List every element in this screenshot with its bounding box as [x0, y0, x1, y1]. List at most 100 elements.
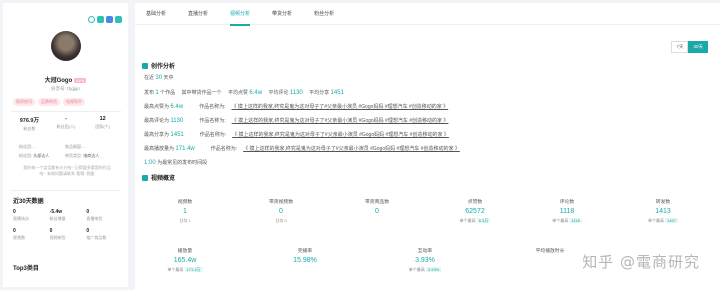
top-comments-row: 最高评论为 1130 作品名称为: 《 摸上这样的我家,终究是鬼为这对母子了#父亲最…	[144, 117, 448, 124]
share-icon[interactable]	[97, 16, 104, 23]
stat-value: 12	[99, 116, 106, 122]
metric-value: 0	[279, 208, 283, 215]
recent-label: 粉丝增量	[49, 216, 66, 221]
kv-label: 商品橱窗:	[65, 144, 83, 149]
recent-live-sales: 0 直播带货	[86, 209, 123, 222]
creation-title: 创作分析	[151, 64, 176, 70]
metric-value: 15.98%	[293, 257, 317, 264]
video-link[interactable]: 《 摸上这样的我家,终究是鬼为这对母子了#父亲最小演员 #Gogo妈妈 #理想汽…	[232, 118, 449, 124]
kv-value: 电商达人	[83, 153, 100, 158]
tab-live[interactable]: 直播分析	[177, 3, 219, 25]
heart-icon[interactable]	[88, 16, 95, 23]
top-plays-row: 最高播放量为 171.4w 作品名称为: 《 摸上这样的我家,终究是鬼为这对母子了#…	[144, 145, 460, 152]
range-toggle: 7天 30天	[671, 41, 708, 53]
stat-label: 团购(个)	[95, 124, 111, 129]
metric-comments: 评论数 1118 单个最高 1118	[531, 198, 603, 224]
recent-value: 0	[13, 209, 16, 215]
summary-line: 发布 1 个作品 其中带货作品一个 平均点赞 6.4w 平均评论 1130 平均…	[144, 89, 344, 96]
row-value: 6.4w	[170, 104, 184, 110]
metric-value: 1	[183, 208, 187, 215]
profile-name-text: 大冠Gogo	[44, 78, 73, 84]
stat-value: 976.9万	[19, 118, 39, 124]
summary-text: 个作品	[160, 90, 176, 96]
row-name-label: 作品名称为:	[199, 118, 226, 124]
kv-fan-level: 粉丝团: 头部达人	[19, 153, 49, 159]
kv-sales-type: 带货类型: 电商达人	[65, 153, 99, 159]
metric-sub: 单个最高	[408, 267, 425, 272]
tab-video[interactable]: 视频分析	[219, 3, 261, 26]
recent-label: 推广商品数	[86, 235, 107, 240]
tab-bar: 基础分析 直播分析 视频分析 带货分析 粉丝分析	[135, 3, 720, 26]
tab-sales[interactable]: 带货分析	[261, 3, 303, 25]
metric-badge: 1118	[569, 218, 582, 223]
metric-sub: 单个最高	[647, 218, 664, 223]
period-suffix: 天中	[163, 75, 174, 81]
kv-label: 粉丝团:	[19, 144, 33, 149]
metric-label: 完播率	[297, 249, 313, 254]
kv-value: 头部达人	[33, 153, 50, 158]
range-30d[interactable]: 30天	[688, 41, 708, 53]
kv-value: -	[33, 144, 35, 149]
kv-label: 粉丝团:	[19, 153, 33, 158]
recent-value: 0	[86, 228, 90, 234]
metric-sub: 单个最高	[459, 218, 476, 223]
recent-stats: 0 直播场次 -5.4w 粉丝增量 0 直播带货 0 视频数 0 视频带货 0 推广商品数	[13, 209, 123, 241]
level-badge: LV 6	[74, 77, 87, 83]
metric-likes: 点赞数 62572 单个最高 6.3万	[439, 198, 511, 224]
profile-description: 我的每一个笑话都有水分哈~ 记得要多看我的作品哈~ 有商问题请联系 我哦~我能	[23, 165, 111, 176]
recent-video-sales: 0 视频带货	[50, 228, 87, 241]
metric-videos: 视频数 1 日均 1	[155, 198, 215, 224]
tag-2: 品牌带货	[38, 98, 60, 106]
metric-interaction: 互动率 3.93% 单个最高 3.93%	[387, 247, 463, 273]
metric-plays: 播放量 165.4w 单个最高 171.4万	[147, 247, 223, 273]
recent-label: 视频带货	[49, 235, 66, 240]
period-line: 在近 30 天中	[144, 74, 174, 81]
chart-icon[interactable]	[106, 16, 113, 23]
top-likes-row: 最高点赞为 6.4w 作品名称为: 《 摸上这样的我家,终究是鬼为这对母子了#父亲最…	[144, 103, 448, 110]
profile-stats: 976.9万 粉丝数 - 粉丝团(人) 12 团购(个)	[11, 116, 121, 132]
overview-title: 视频概览	[151, 176, 176, 182]
metric-label: 互动率	[417, 249, 433, 254]
divider	[11, 190, 121, 191]
metric-value: 3.93%	[415, 257, 435, 264]
recent-value: 0	[86, 209, 90, 215]
stat-value: -	[65, 116, 67, 122]
tag-1: 德邦快讯	[13, 98, 35, 106]
row-label: 最高评论为	[144, 118, 170, 124]
video-link[interactable]: 《 摸上这样的我家,终究是鬼为这对母子了#父亲最小演员 #Gogo妈妈 #理想汽…	[232, 132, 449, 138]
row-name-label: 作品名称为:	[210, 146, 238, 152]
metric-label: 点赞数	[467, 200, 483, 205]
best-time-value: 1:00	[144, 160, 156, 166]
recent-value: 0	[49, 228, 53, 234]
metric-label: 视频数	[177, 200, 193, 205]
stat-fans: 976.9万 粉丝数	[11, 116, 48, 132]
row-label: 最高点赞为	[144, 104, 170, 110]
watermark: 知乎 @電商研究	[582, 253, 700, 271]
tab-fans[interactable]: 粉丝分析	[303, 3, 345, 25]
metric-badge: 6.3万	[476, 218, 491, 223]
metric-label: 播放量	[177, 249, 193, 254]
metric-badge: 1457	[665, 218, 679, 223]
row-label: 最高播放量为	[144, 146, 175, 152]
divider	[11, 111, 121, 112]
period-value: 30	[155, 75, 163, 81]
export-icon[interactable]	[115, 16, 122, 23]
metric-badge: 3.93%	[425, 267, 442, 272]
avatar	[51, 31, 81, 61]
section-icon	[142, 174, 148, 181]
main-panel: 基础分析 直播分析 视频分析 带货分析 粉丝分析 7天 30天 创作分析 在近 …	[135, 3, 720, 290]
metric-completion: 完播率 15.98%	[267, 247, 343, 264]
profile-name: 大冠Gogo LV 6	[3, 75, 128, 84]
tab-basic[interactable]: 基础分析	[135, 3, 177, 25]
video-link[interactable]: 《 摸上这样的我家,终究是鬼为这对母子了#父亲最小演员 #Gogo妈妈 #理想汽…	[243, 146, 460, 152]
kv-fan-group: 粉丝团: -	[19, 144, 35, 150]
summary-text: 平均点赞	[227, 90, 248, 96]
overview-header: 视频概览	[142, 173, 175, 182]
metric-value: 62572	[465, 208, 485, 215]
best-time-line: 1:00 为最常见的发布时间段	[144, 159, 207, 166]
recent-value: -5.4w	[49, 209, 63, 215]
profile-actions	[88, 16, 122, 23]
summary-text: 其中带货作品一个	[181, 90, 222, 96]
video-link[interactable]: 《 摸上这样的我家,终究是鬼为这对母子了#父亲最小演员 #Gogo妈妈 #理想汽…	[231, 104, 448, 110]
range-7d[interactable]: 7天	[671, 41, 689, 53]
